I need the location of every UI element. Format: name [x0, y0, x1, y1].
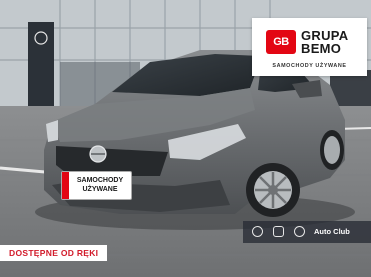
- license-plate: SAMOCHODY UŻYWANE: [61, 171, 132, 200]
- auto-club-label: Auto Club: [314, 227, 350, 236]
- brand-name-line2: BEMO: [301, 41, 342, 56]
- grupa-bemo-logo: GB GRUPA BEMO SAMOCHODY UŻYWANE: [252, 18, 367, 76]
- plate-text-line2: UŻYWANE: [82, 186, 118, 193]
- auto-club-strip: Auto Club: [243, 221, 371, 243]
- availability-badge: DOSTĘPNE OD RĘKI: [0, 245, 108, 261]
- opel-brand-icon: [252, 226, 263, 237]
- brand-tagline: SAMOCHODY UŻYWANE: [272, 63, 347, 69]
- peugeot-brand-icon: [294, 226, 305, 237]
- plate-stripe: [62, 172, 69, 199]
- plate-text-line1: SAMOCHODY: [76, 177, 124, 184]
- gb-logo-icon: GB: [266, 30, 296, 54]
- dealer-brand-icon: [273, 226, 284, 237]
